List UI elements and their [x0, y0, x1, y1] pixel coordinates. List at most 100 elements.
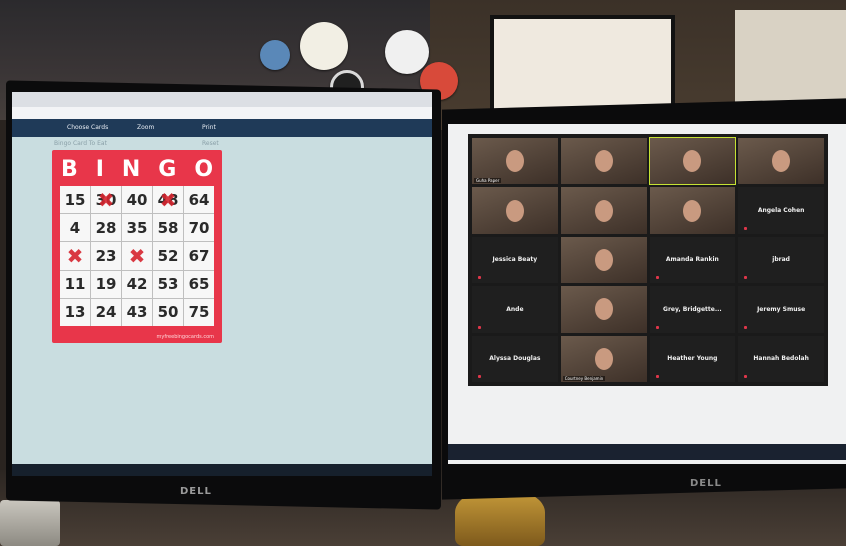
participant-video [772, 150, 791, 173]
participant-tile[interactable] [560, 138, 647, 185]
participant-video [683, 150, 702, 173]
muted-mic-icon [744, 325, 748, 329]
bingo-letter: N [121, 156, 141, 182]
muted-mic-icon [655, 375, 659, 378]
bingo-number: 70 [188, 218, 210, 237]
bingo-cell[interactable]: 4 [60, 214, 90, 242]
pin-badge [300, 22, 348, 70]
dauber-x-mark-icon: ✖ [66, 243, 84, 268]
bingo-cell[interactable]: 53 [153, 270, 183, 298]
participant-name: jbrad [772, 256, 790, 264]
participant-name: Amanda Rankin [665, 256, 719, 264]
bingo-cell[interactable]: 75 [184, 298, 214, 326]
bingo-cell[interactable]: 13 [60, 298, 90, 326]
bingo-cell[interactable]: 65 [184, 270, 214, 298]
left-monitor-logo: DELL [180, 486, 212, 497]
dauber-x-mark-icon: ✖ [97, 187, 115, 212]
bingo-number: 13 [64, 303, 86, 322]
participant-tile[interactable]: Jeremy Smuse [738, 286, 824, 333]
participant-video [505, 199, 524, 222]
right-taskbar[interactable] [448, 444, 846, 460]
participant-tile[interactable]: Grey, Bridgette... [649, 286, 736, 333]
bingo-number: 23 [95, 246, 117, 265]
bingo-number: 67 [188, 246, 210, 265]
bingo-grid: 15 30 ✖ 40 48 ✖ 64 4 28 35 58 70 ✖ 23 ✖ 52 67 11 19 42 53 65 1… [60, 186, 214, 326]
participant-tile[interactable]: Angela Cohen [738, 187, 824, 234]
bingo-number: 19 [95, 275, 117, 294]
bingo-cell[interactable]: ✖ [122, 242, 152, 270]
muted-mic-icon [744, 226, 748, 230]
participant-tile[interactable]: jbrad [738, 236, 824, 284]
bingo-number: 42 [126, 275, 148, 294]
bingo-cell[interactable]: 42 [122, 270, 152, 298]
participant-video [683, 199, 702, 222]
participant-tile[interactable] [649, 187, 736, 234]
participant-name: Jessica Beaty [492, 256, 538, 264]
participant-tile[interactable] [472, 187, 558, 234]
bingo-letter: B [60, 156, 78, 182]
browser-tab-strip[interactable] [12, 92, 432, 107]
participant-tile[interactable]: Courtney Benjamin [560, 335, 647, 382]
bingo-cell[interactable]: 23 [91, 242, 121, 270]
bingo-letter: G [158, 156, 177, 182]
participant-tile[interactable] [560, 187, 647, 234]
dauber-x-mark-icon: ✖ [128, 243, 146, 268]
muted-mic-icon [744, 276, 748, 280]
bingo-number: 43 [126, 303, 148, 322]
left-monitor-screen: Choose Cards Zoom Print Bingo Card To Ea… [12, 92, 432, 464]
bingo-cell[interactable]: 64 [184, 186, 214, 214]
bingo-card[interactable]: BINGO 15 30 ✖ 40 48 ✖ 64 4 28 35 58 70 ✖ 23 ✖ 52 67 11 19 4… [52, 150, 222, 343]
bingo-cell[interactable]: 48 ✖ [153, 186, 183, 214]
zoom-gallery-window: Guha Paper Angela Cohen Jessica Beaty Amand… [468, 134, 828, 386]
bingo-cell[interactable]: 67 [184, 242, 214, 270]
zoom-label[interactable]: Zoom [137, 124, 154, 131]
pin-badge [260, 40, 290, 70]
bingo-number: 53 [157, 275, 179, 294]
bingo-cell[interactable]: ✖ [60, 242, 90, 270]
bingo-cell[interactable]: 50 [153, 298, 183, 326]
participant-tile[interactable] [560, 236, 647, 284]
bingo-cell[interactable]: 28 [91, 214, 121, 242]
bingo-number: 40 [126, 190, 148, 209]
dauber-x-mark-icon: ✖ [159, 187, 177, 212]
bingo-number: 65 [188, 275, 210, 294]
bingo-cell[interactable]: 40 [122, 186, 152, 214]
bingo-number: 64 [188, 190, 210, 209]
participant-tile[interactable] [560, 286, 647, 333]
participant-tile[interactable]: Ande [472, 286, 558, 333]
glass-jar [0, 500, 60, 546]
bingo-cell[interactable]: 30 ✖ [91, 186, 121, 214]
participant-name: Heather Young [667, 355, 718, 363]
participant-tile[interactable]: Hannah Bedolah [738, 335, 824, 382]
left-taskbar[interactable] [12, 464, 432, 476]
muted-mic-icon [744, 375, 748, 378]
participant-video [594, 347, 613, 370]
bingo-cell[interactable]: 52 [153, 242, 183, 270]
participant-video [594, 199, 613, 222]
bingo-cell[interactable]: 35 [122, 214, 152, 242]
participant-tile[interactable]: Guha Paper [472, 138, 558, 185]
print-button[interactable]: Print [202, 124, 216, 131]
bingo-cell[interactable]: 58 [153, 214, 183, 242]
participant-name: Alyssa Douglas [489, 355, 541, 363]
reset-link[interactable]: Reset [202, 140, 219, 147]
participant-name: Grey, Bridgette... [663, 305, 722, 313]
card-caption: Bingo Card To Eat [54, 140, 107, 147]
bingo-number: 35 [126, 218, 148, 237]
participant-video [505, 150, 524, 173]
bingo-cell[interactable]: 11 [60, 270, 90, 298]
bingo-cell[interactable]: 15 [60, 186, 90, 214]
bingo-cell[interactable]: 19 [91, 270, 121, 298]
participant-tile[interactable]: Jessica Beaty [472, 236, 558, 284]
bingo-cell[interactable]: 70 [184, 214, 214, 242]
choose-cards-button[interactable]: Choose Cards [67, 124, 108, 131]
participant-tile[interactable]: Amanda Rankin [649, 236, 736, 284]
participant-tile[interactable] [648, 136, 737, 186]
participant-tile[interactable]: Alyssa Douglas [472, 335, 558, 382]
bingo-cell[interactable]: 43 [122, 298, 152, 326]
bingo-toolbar: Choose Cards Zoom Print [12, 119, 432, 137]
participant-tile[interactable]: Heather Young [649, 335, 736, 382]
participant-tile[interactable] [738, 138, 824, 185]
bingo-cell[interactable]: 24 [91, 298, 121, 326]
participant-name: Courtney Benjamin [562, 376, 606, 381]
